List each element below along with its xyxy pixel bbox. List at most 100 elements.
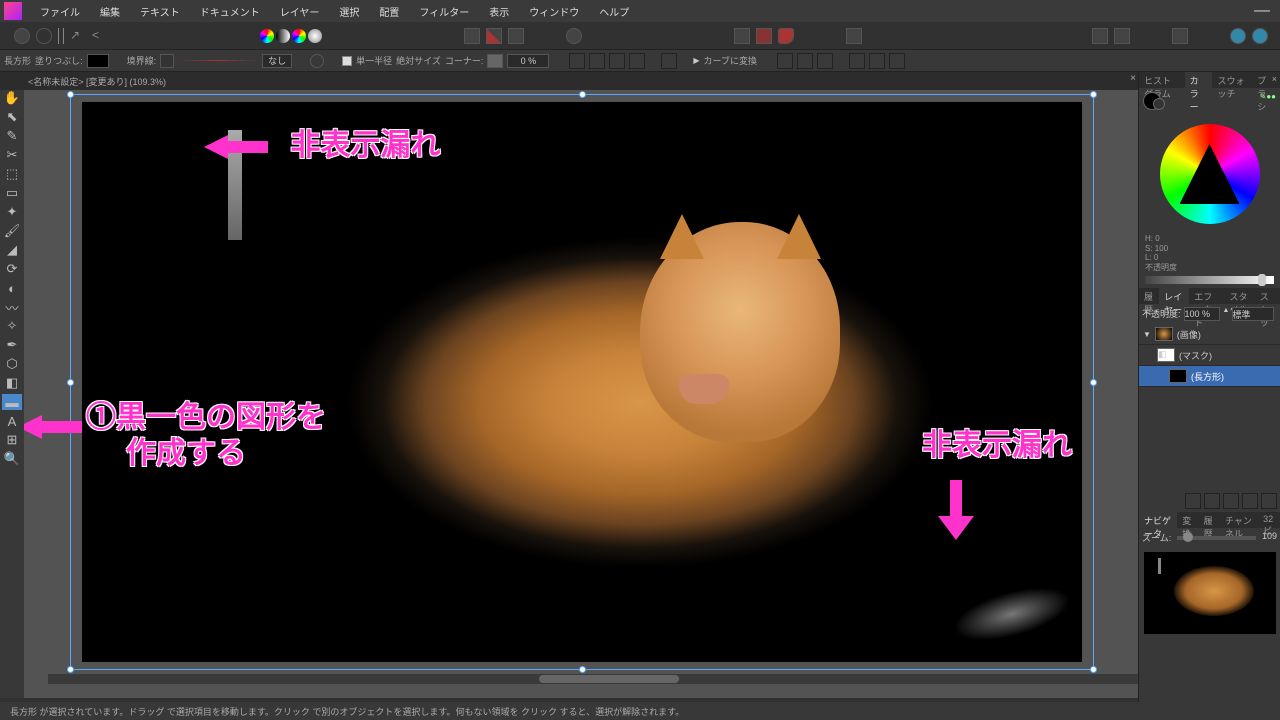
export-persona-icon[interactable]: < [92,28,108,44]
tab-stock[interactable]: ストッ [1255,288,1280,304]
menu-layer[interactable]: レイヤー [270,1,330,22]
tab-history2[interactable]: 履歴 [1199,512,1220,528]
zoom-tool-icon[interactable]: 🔍 [2,451,22,467]
develop-persona-icon[interactable] [58,28,64,44]
tab-history[interactable]: 履歴 [1139,288,1159,304]
grid-b-icon[interactable] [756,28,772,44]
color-format-icons[interactable] [260,29,322,43]
expand-icon[interactable]: ▼ [1143,330,1151,339]
corner-type[interactable] [487,54,503,68]
snap-icon[interactable] [778,28,794,44]
menu-filters[interactable]: フィルター [409,1,479,22]
gear-icon[interactable] [310,54,324,68]
selection-mode-icon[interactable] [464,28,480,44]
fill-swatch[interactable] [87,54,109,68]
align-icon-4[interactable] [629,53,645,69]
handle-tr[interactable] [1090,91,1097,98]
tab-color[interactable]: カラー [1185,72,1213,88]
nav-icon-2[interactable] [1204,493,1220,509]
marquee-tool-icon[interactable]: ▭ [2,185,22,201]
tab-navigator[interactable]: ナビゲータ [1139,512,1177,528]
stock-icon[interactable] [1092,28,1108,44]
halign-center-icon[interactable] [797,53,813,69]
menu-arrange[interactable]: 配置 [369,1,409,22]
horizontal-scrollbar[interactable] [48,674,1138,684]
node-tool-icon[interactable]: ⬡ [2,356,22,372]
handle-bm[interactable] [579,666,586,673]
scrollbar-thumb[interactable] [539,675,679,683]
canvas[interactable]: 非表示漏れ ①黒一色の図形を 作成する 非表示漏れ [24,90,1138,698]
handle-br[interactable] [1090,666,1097,673]
photo-persona-icon[interactable] [14,28,30,44]
crop-tool-icon[interactable]: ✂ [2,147,22,163]
zoom-slider[interactable] [1177,536,1256,540]
tab-swatches[interactable]: スウォッチ [1212,72,1252,88]
corner-value-input[interactable]: 0 % [507,54,549,68]
mesh-tool-icon[interactable]: ⊞ [2,432,22,448]
color-wheel[interactable] [1160,124,1260,224]
color-picker-icon[interactable]: ✎ [2,128,22,144]
eyedropper-icon[interactable]: ✎●● [1260,92,1276,110]
navigator-thumbnail[interactable] [1144,552,1276,634]
erase-brush-icon[interactable]: ◢ [2,242,22,258]
rectangle-tool-icon[interactable]: ▬ [2,394,22,410]
menu-view[interactable]: 表示 [479,1,519,22]
nav-icon-4[interactable] [1242,493,1258,509]
valign-top-icon[interactable] [849,53,865,69]
nav-icon-1[interactable] [1185,493,1201,509]
flip-icon[interactable] [661,53,677,69]
menu-select[interactable]: 選択 [329,1,369,22]
stroke-style-dropdown[interactable]: なし [262,54,292,68]
dodge-brush-icon[interactable]: ◐ [2,280,22,296]
target-icon[interactable] [566,28,582,44]
stroke-swatch[interactable] [160,54,174,68]
assets-icon[interactable] [1114,28,1130,44]
valign-middle-icon[interactable] [869,53,885,69]
convert-curve-button[interactable]: カーブに変換 [704,54,757,67]
layer-image[interactable]: ▼ (画像) [1139,324,1280,345]
clone-brush-icon[interactable]: ⟳ [2,261,22,277]
align-icon-3[interactable] [609,53,625,69]
tab-styles[interactable]: スタイル [1225,288,1255,304]
smudge-brush-icon[interactable]: 〰 [2,299,22,315]
grid-a-icon[interactable] [734,28,750,44]
tab-transform[interactable]: 変換 [1177,512,1198,528]
refine-icon[interactable] [508,28,524,44]
align-icon-2[interactable] [589,53,605,69]
handle-tl[interactable] [67,91,74,98]
tab-32bit[interactable]: 32ビ [1258,512,1280,528]
heal-brush-icon[interactable]: ✧ [2,318,22,334]
selection-brush-icon[interactable]: ⬚ [2,166,22,182]
account-icon[interactable] [1230,28,1246,44]
minimize-icon[interactable]: — [1254,2,1270,20]
bg-color-icon[interactable] [1153,98,1165,110]
tab-layers[interactable]: レイヤー [1159,288,1189,304]
tab-channels[interactable]: チャンネル [1220,512,1258,528]
layer-mask[interactable]: ◧ (マスク) [1139,345,1280,366]
layer-rectangle[interactable]: (長方形) [1139,366,1280,387]
liquify-persona-icon[interactable] [36,28,52,44]
document-tab[interactable]: × <名称未設定> [変更あり] (109.3%) [0,72,1280,90]
move-tool-icon[interactable]: ⬉ [2,109,22,125]
tone-persona-icon[interactable]: ↗ [70,28,86,44]
flood-select-icon[interactable]: ✦ [2,204,22,220]
menu-file[interactable]: ファイル [30,1,90,22]
paint-brush-icon[interactable]: 🖌 [2,223,22,239]
menu-help[interactable]: ヘルプ [589,1,639,22]
opacity-slider[interactable] [1145,276,1274,284]
handle-mr[interactable] [1090,379,1097,386]
menu-document[interactable]: ドキュメント [190,1,270,22]
quick-mask-icon[interactable] [486,28,502,44]
halign-left-icon[interactable] [777,53,793,69]
gradient-tool-icon[interactable]: ◧ [2,375,22,391]
menu-text[interactable]: テキスト [130,1,190,22]
valign-bottom-icon[interactable] [889,53,905,69]
layer-opacity-input[interactable] [1184,307,1220,321]
pen-tool-icon[interactable]: ✒ [2,337,22,353]
halign-right-icon[interactable] [817,53,833,69]
menu-edit[interactable]: 編集 [90,1,130,22]
help-icon[interactable] [1252,28,1268,44]
handle-bl[interactable] [67,666,74,673]
tab-histogram[interactable]: ヒストグラム [1139,72,1185,88]
studio-icon[interactable] [1172,28,1188,44]
